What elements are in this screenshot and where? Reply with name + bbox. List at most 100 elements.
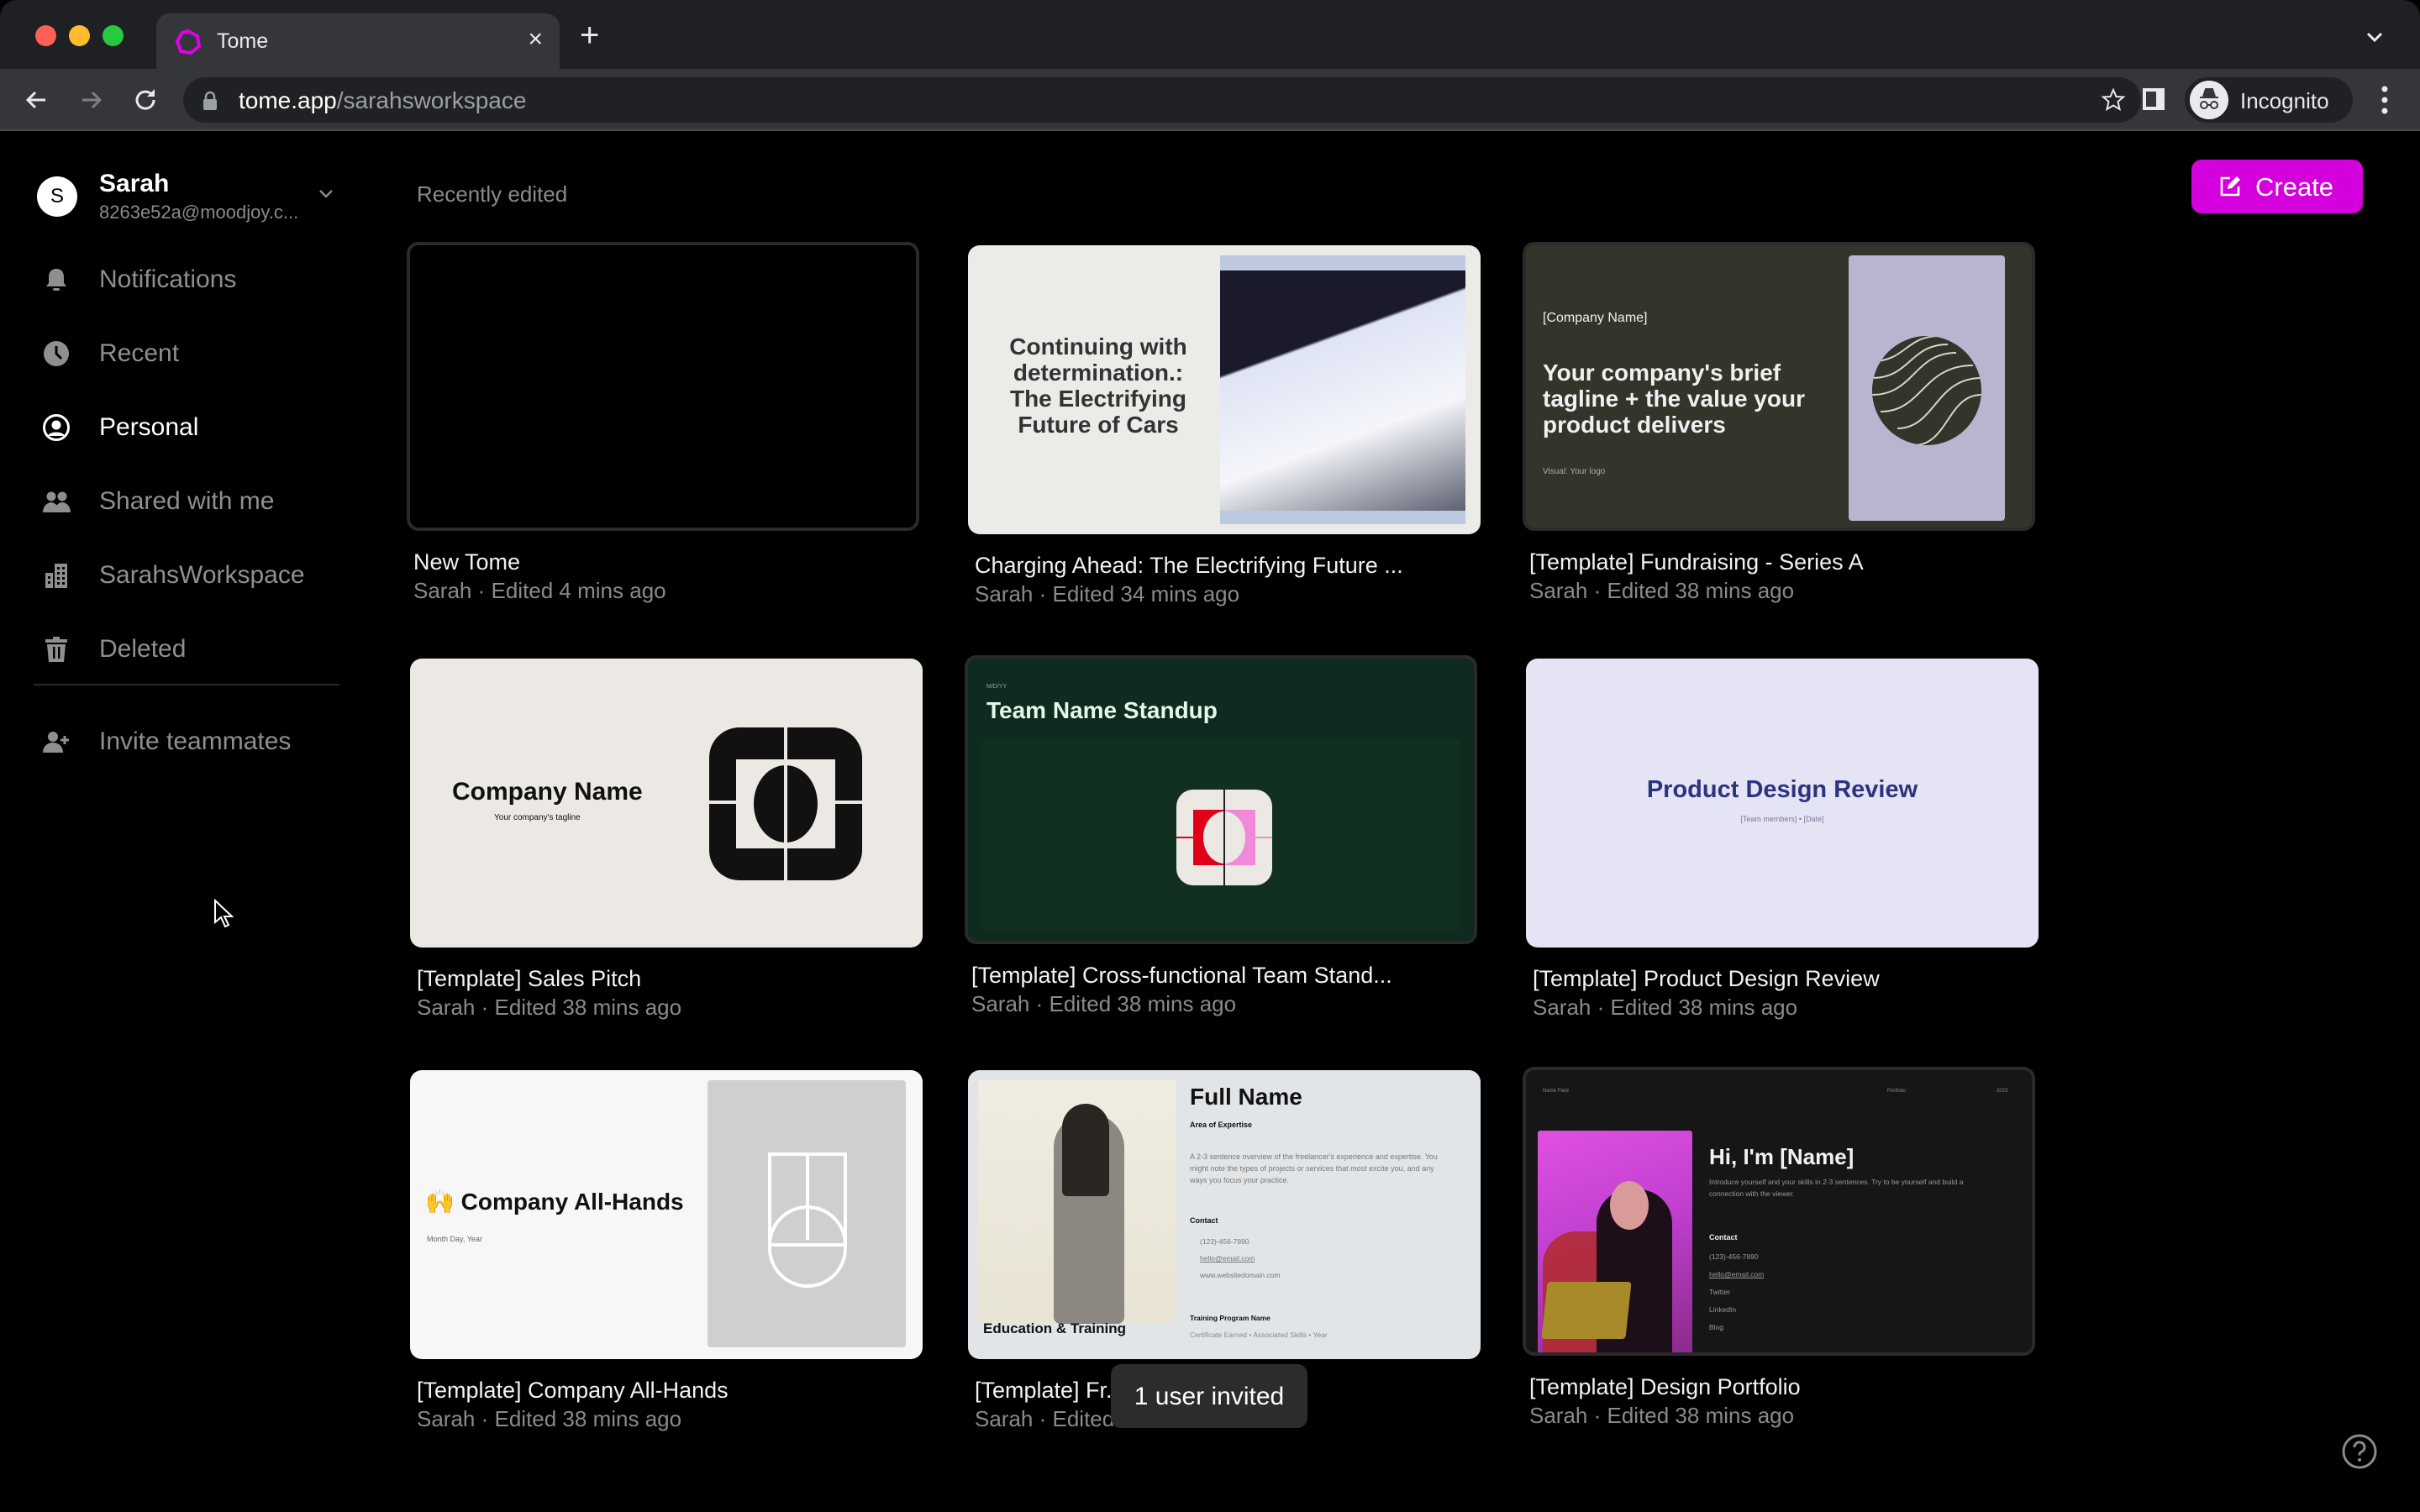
logo-panel [708, 1080, 906, 1347]
bookmark-star-icon[interactable] [2101, 87, 2126, 113]
clock-icon [44, 341, 69, 366]
wave-logo-icon [1872, 336, 1981, 445]
tab-close-icon[interactable]: × [528, 25, 543, 54]
invite-teammates-button[interactable]: Invite teammates [37, 716, 339, 766]
thumbnail-contact-heading: Contact [1709, 1233, 1738, 1242]
card-meta: Sarah · Edited 38 mins ago [1529, 1403, 1795, 1428]
chevron-down-icon[interactable] [318, 188, 334, 200]
sidebar-item-label: Notifications [99, 265, 237, 293]
forward-arrow-icon[interactable] [76, 84, 108, 116]
users-icon [43, 491, 71, 512]
thumbnail-heading: Hi, I'm [Name] [1709, 1144, 1854, 1169]
back-arrow-icon[interactable] [20, 84, 52, 116]
card-title: [Template] Cross-functional Team Stand..… [971, 963, 1392, 988]
incognito-label: Incognito [2240, 88, 2329, 113]
sidebar-item-label: SarahsWorkspace [99, 561, 305, 589]
tome-card[interactable]: Name Field Portfolio 2023 Hi, I'm [Name]… [1523, 1067, 2035, 1436]
maximize-window-button[interactable] [103, 25, 124, 46]
thumbnail-heading: Product Design Review [1646, 776, 1918, 803]
tome-card[interactable]: Product Design Review [Team members] • [… [1526, 659, 2039, 1028]
edit-pencil-icon [2220, 176, 2240, 197]
avatar: S [37, 176, 77, 217]
thumbnail-heading: Team Name Standup [986, 697, 1218, 723]
card-thumbnail: Company Name Your company's tagline [410, 659, 923, 948]
person-face [1610, 1181, 1649, 1230]
toast-notification: 1 user invited [1111, 1364, 1307, 1428]
tome-card[interactable]: Company Name Your company's tagline [Tem… [410, 659, 923, 1028]
thumbnail-contact-list: (123)-456-7890 hello@email.com www.websi… [1200, 1233, 1280, 1284]
tome-card[interactable]: New Tome Sarah · Edited 4 mins ago [407, 242, 919, 612]
logo-panel [1849, 255, 2005, 521]
thumbnail-caption: [Team members] • [Date] [1740, 815, 1824, 823]
sidebar-item-workspace[interactable]: SarahsWorkspace [37, 549, 339, 600]
tab-title: Tome [217, 29, 269, 53]
url-host: tome.app [239, 87, 337, 113]
thumbnail-heading: Company Name [452, 778, 643, 806]
reload-icon[interactable] [129, 84, 161, 116]
sidebar-item-notifications[interactable]: Notifications [37, 254, 339, 304]
card-thumbnail: Product Design Review [Team members] • [… [1526, 659, 2039, 948]
browser-tab[interactable]: Tome × [156, 13, 560, 69]
thumbnail-contact-heading: Contact [1190, 1216, 1218, 1225]
sidebar: S Sarah 8263e52a@moodjoy.c... Notificati… [0, 133, 353, 1512]
close-window-button[interactable] [35, 25, 56, 46]
sidebar-item-recent[interactable]: Recent [37, 328, 339, 378]
tome-card[interactable]: Continuing with determination.: The Elec… [968, 245, 1481, 615]
help-icon[interactable] [2341, 1433, 2378, 1470]
laptop-shape [1541, 1282, 1632, 1339]
contact-line: hello@email.com [1200, 1254, 1255, 1263]
side-panel-icon[interactable] [2141, 86, 2166, 113]
arch-logo-icon [768, 1152, 847, 1288]
tab-strip: Tome × + [0, 0, 2420, 69]
card-meta: Sarah · Edited 34 mins ago [975, 581, 1240, 606]
card-thumbnail: Continuing with determination.: The Elec… [968, 245, 1481, 534]
link-line: hello@email.com [1709, 1270, 1765, 1278]
sidebar-item-shared[interactable]: Shared with me [37, 475, 339, 526]
account-email: 8263e52a@moodjoy.c... [99, 202, 299, 223]
card-title: New Tome [413, 549, 521, 575]
sidebar-item-personal[interactable]: Personal [37, 402, 339, 452]
tome-card[interactable]: M/D/YY Team Name Standup [Template] Cros… [965, 655, 1477, 1025]
account-name: Sarah [99, 170, 170, 197]
sidebar-divider [34, 684, 339, 685]
thumbnail-label: [Company Name] [1543, 311, 1648, 325]
browser-menu-icon[interactable] [2380, 84, 2390, 116]
card-thumbnail: Name Field Portfolio 2023 Hi, I'm [Name]… [1523, 1067, 2035, 1356]
url-text[interactable]: tome.app/sarahsworkspace [239, 87, 526, 114]
thumbnail-label: Area of Expertise [1190, 1121, 1253, 1129]
invite-teammates-label: Invite teammates [99, 727, 292, 755]
thumbnail-panel [981, 739, 1460, 931]
card-thumbnail: 🙌 Company All-Hands Month Day, Year [410, 1070, 923, 1359]
toast-text: 1 user invited [1134, 1383, 1285, 1410]
incognito-profile-button[interactable]: Incognito [2185, 77, 2353, 123]
sidebar-item-deleted[interactable]: Deleted [37, 623, 339, 674]
person-hair [1062, 1104, 1109, 1196]
create-button[interactable]: Create [2191, 160, 2363, 213]
thumbnail-subheading: Education & Training [983, 1320, 1127, 1336]
new-tab-icon[interactable]: + [580, 18, 599, 52]
tome-card[interactable]: [Company Name] Your company's brief tagl… [1523, 242, 2035, 612]
user-plus-icon [43, 732, 69, 753]
link-line: Twitter [1709, 1288, 1731, 1296]
contact-line: (123)-456-7890 [1200, 1237, 1249, 1246]
thumbnail-links: (123)-456-7890 hello@email.com Twitter L… [1709, 1248, 1764, 1336]
minimize-window-button[interactable] [69, 25, 90, 46]
account-switcher[interactable]: S Sarah 8263e52a@moodjoy.c... [37, 166, 348, 225]
building-icon [45, 564, 67, 588]
thumbnail-heading: Full Name [1190, 1084, 1302, 1110]
browser-window: Tome × + tome.app/sarahsworkspace Incogn… [0, 0, 2420, 1512]
thumbnail-caption: Your company's tagline [494, 813, 581, 822]
card-thumbnail: Education & Training Full Name Area of E… [968, 1070, 1481, 1359]
card-title: Charging Ahead: The Electrifying Future … [975, 553, 1403, 578]
card-meta: Sarah · Edited 38 mins ago [417, 995, 682, 1020]
card-title: [Template] Company All-Hands [417, 1378, 729, 1403]
thumbnail-heading: Your company's brief tagline + the value… [1543, 360, 1805, 438]
tome-card[interactable]: 🙌 Company All-Hands Month Day, Year [Tem… [410, 1070, 923, 1440]
section-title: Recently edited [417, 181, 568, 207]
sidebar-item-label: Shared with me [99, 487, 275, 515]
sidebar-item-label: Personal [99, 413, 199, 441]
address-bar[interactable]: tome.app/sarahsworkspace [183, 77, 2141, 123]
tab-search-chevron-icon[interactable] [2363, 25, 2386, 49]
lock-icon[interactable] [202, 91, 218, 111]
card-meta: Sarah · Edited 38 mins ago [1533, 995, 1798, 1020]
